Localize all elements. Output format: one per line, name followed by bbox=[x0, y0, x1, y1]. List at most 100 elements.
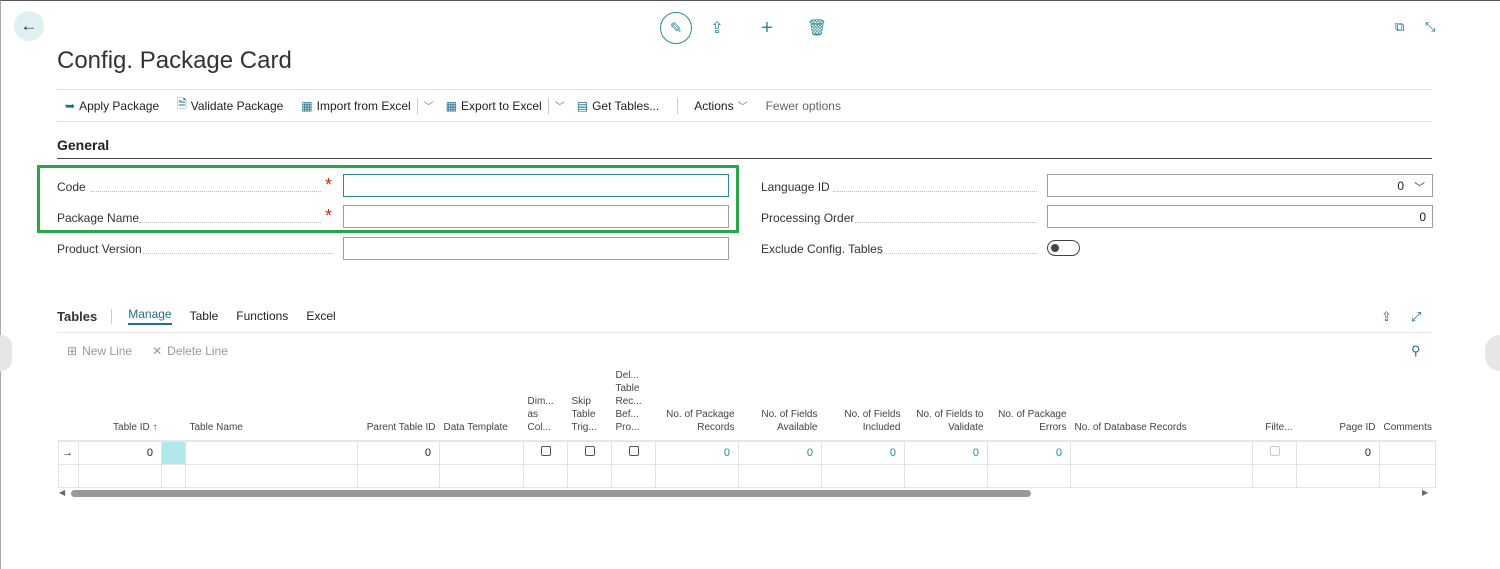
cell-parent-table-id[interactable]: 0 bbox=[357, 440, 440, 465]
cell bbox=[1296, 463, 1380, 488]
cell-no-fields-included[interactable]: 0 bbox=[821, 440, 905, 465]
cell-table-name[interactable] bbox=[185, 440, 358, 465]
language-id-select[interactable]: 0 bbox=[1047, 174, 1433, 197]
label: Actions bbox=[694, 98, 734, 113]
col-data-template[interactable]: Data Template bbox=[439, 369, 524, 442]
code-label: Code bbox=[57, 180, 86, 194]
cell-table-id[interactable]: 0 bbox=[78, 440, 162, 465]
cell-page-id[interactable]: 0 bbox=[1296, 440, 1380, 465]
cell-comments[interactable] bbox=[1378, 440, 1437, 465]
scroll-right-icon[interactable]: ▶ bbox=[1422, 488, 1428, 497]
share-icon[interactable]: ⇪ bbox=[692, 18, 742, 38]
cell-no-package-errors[interactable]: 0 bbox=[987, 440, 1071, 465]
new-line-button[interactable]: New Line bbox=[82, 344, 132, 358]
next-record-button[interactable] bbox=[1485, 335, 1500, 371]
open-new-window-icon[interactable]: ⧉ bbox=[1395, 19, 1404, 35]
plus-icon[interactable]: + bbox=[742, 17, 792, 40]
chevron-down-icon: ﹀ bbox=[737, 102, 748, 113]
chevron-down-icon[interactable]: ﹀ bbox=[1414, 179, 1425, 195]
label: Get Tables... bbox=[592, 98, 660, 113]
back-button[interactable]: ← bbox=[14, 11, 44, 41]
import-from-excel-button[interactable]: ▦ Import from Excel bbox=[301, 99, 410, 113]
cell bbox=[78, 463, 162, 488]
dots bbox=[139, 222, 321, 223]
dots bbox=[91, 191, 321, 192]
tab-functions[interactable]: Functions bbox=[236, 309, 288, 323]
col-no-fields-to-validate[interactable]: No. of Fields to Validate bbox=[904, 369, 988, 442]
horizontal-scrollbar[interactable] bbox=[71, 490, 1031, 497]
chevron-down-icon[interactable]: ﹀ bbox=[555, 98, 565, 113]
fewer-options-button[interactable]: Fewer options bbox=[766, 99, 841, 113]
section-general: General bbox=[57, 137, 1432, 159]
col-comments[interactable]: Comments bbox=[1379, 369, 1436, 442]
previous-record-button[interactable] bbox=[0, 335, 12, 371]
tab-manage[interactable]: Manage bbox=[128, 307, 172, 325]
cell-color bbox=[161, 440, 186, 465]
tab-table[interactable]: Table bbox=[190, 309, 219, 323]
exclude-config-tables-toggle[interactable] bbox=[1047, 240, 1080, 256]
cell bbox=[611, 463, 656, 488]
share-icon[interactable]: ⇪ bbox=[1381, 309, 1392, 325]
product-version-input[interactable] bbox=[343, 237, 729, 260]
cell bbox=[1378, 463, 1437, 488]
package-name-input[interactable] bbox=[343, 205, 729, 228]
col-delete-table-records[interactable]: Del... Table Rec... Bef... Pro... bbox=[611, 369, 656, 442]
dim-as-columns-checkbox[interactable] bbox=[540, 446, 551, 457]
cell-data-template[interactable] bbox=[439, 440, 524, 465]
personalize-icon[interactable]: ⚲ bbox=[1411, 343, 1421, 359]
col-no-package-errors[interactable]: No. of Package Errors bbox=[987, 369, 1071, 442]
document-check-icon: 🗎 bbox=[177, 97, 187, 111]
action-bar: ➥ Apply Package 🗎 Validate Package ▦ Import… bbox=[57, 89, 1432, 122]
col-table-id[interactable]: Table ID ↑ bbox=[78, 369, 162, 442]
col-page-id[interactable]: Page ID bbox=[1296, 369, 1380, 442]
cell-no-package-records[interactable]: 0 bbox=[655, 440, 739, 465]
validate-package-button[interactable]: 🗎 Validate Package bbox=[177, 95, 283, 116]
label: Apply Package bbox=[79, 98, 160, 113]
col-no-fields-included[interactable]: No. of Fields Included bbox=[821, 369, 905, 442]
col-dim-as-columns[interactable]: Dim... as Col... bbox=[523, 369, 568, 442]
cell-no-database-records[interactable] bbox=[1070, 440, 1253, 465]
cell-no-fields-to-validate[interactable]: 0 bbox=[904, 440, 988, 465]
language-id-label: Language ID bbox=[761, 180, 830, 194]
row-arrow-icon[interactable]: → bbox=[58, 440, 79, 465]
col-skip-table-triggers[interactable]: Skip Table Trig... bbox=[567, 369, 612, 442]
delete-line-icon: ✕ bbox=[152, 343, 163, 358]
actions-menu[interactable]: Actions ﹀ bbox=[694, 98, 748, 114]
export-to-excel-button[interactable]: ▦ Export to Excel bbox=[446, 99, 542, 113]
col-no-package-records[interactable]: No. of Package Records bbox=[655, 369, 739, 442]
col-filter[interactable]: Filte... bbox=[1252, 369, 1297, 442]
get-tables-button[interactable]: ▤ Get Tables... bbox=[577, 99, 660, 113]
col-table-name[interactable]: Table Name bbox=[185, 369, 358, 442]
processing-order-input[interactable]: 0 bbox=[1047, 205, 1433, 228]
cell-no-fields-available[interactable]: 0 bbox=[738, 440, 822, 465]
cell bbox=[1070, 463, 1253, 488]
apply-package-button[interactable]: ➥ Apply Package bbox=[65, 99, 159, 113]
dots bbox=[833, 191, 1037, 192]
collapse-icon[interactable]: ⤡ bbox=[1425, 19, 1435, 35]
label: Fewer options bbox=[765, 98, 841, 113]
cell bbox=[738, 463, 822, 488]
trash-icon[interactable]: 🗑 bbox=[792, 18, 842, 38]
scroll-left-icon[interactable]: ◀ bbox=[59, 488, 65, 497]
col-no-database-records[interactable]: No. of Database Records bbox=[1070, 369, 1253, 442]
cell bbox=[567, 463, 612, 488]
chevron-down-icon[interactable]: ﹀ bbox=[424, 98, 434, 113]
label: Export to Excel bbox=[461, 98, 542, 113]
cell bbox=[523, 463, 568, 488]
delete-line-button[interactable]: Delete Line bbox=[167, 344, 228, 358]
filter-checkbox bbox=[1269, 446, 1280, 457]
product-version-label: Product Version bbox=[57, 242, 142, 256]
pencil-icon[interactable]: ✎ bbox=[660, 12, 692, 44]
code-input[interactable] bbox=[343, 174, 729, 197]
expand-icon[interactable]: ⤢ bbox=[1411, 309, 1421, 325]
import-icon: ▦ bbox=[301, 98, 313, 113]
col-no-fields-available[interactable]: No. of Fields Available bbox=[738, 369, 822, 442]
apply-icon: ➥ bbox=[65, 98, 76, 113]
tab-excel[interactable]: Excel bbox=[306, 309, 335, 323]
required-icon: * bbox=[325, 206, 333, 226]
cell bbox=[58, 463, 79, 488]
skip-table-triggers-checkbox[interactable] bbox=[584, 446, 595, 457]
col-parent-table-id[interactable]: Parent Table ID bbox=[357, 369, 440, 442]
col-color bbox=[161, 369, 186, 442]
delete-table-records-checkbox[interactable] bbox=[628, 446, 639, 457]
